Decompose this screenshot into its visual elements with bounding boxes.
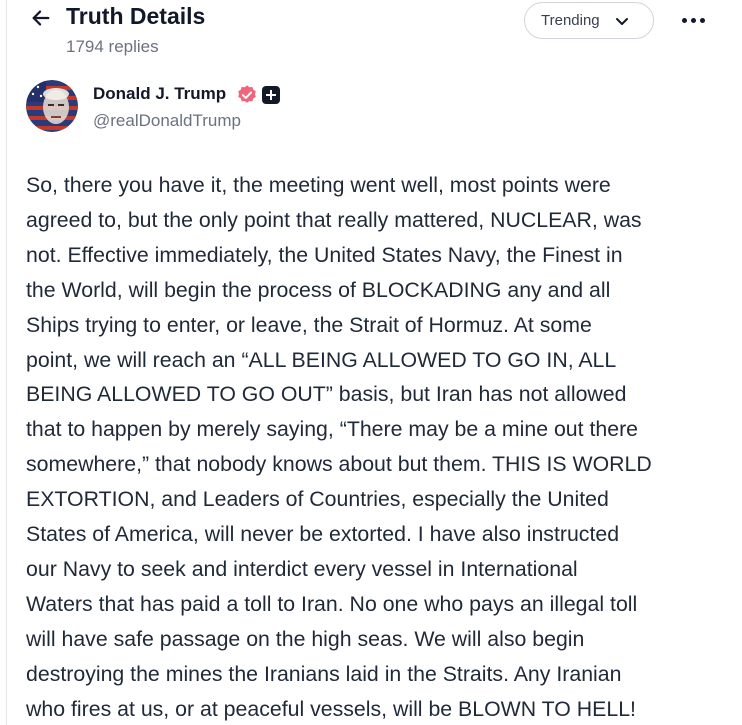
- post-text-line: somewhere,” that nobody knows about but …: [26, 452, 652, 477]
- post-text-line: Ships trying to enter, or leave, the Str…: [26, 312, 592, 337]
- page-header: Truth Details 1794 replies Trending: [0, 0, 742, 70]
- page-title: Truth Details: [66, 3, 206, 29]
- reply-count: 1794 replies: [66, 37, 159, 56]
- sort-dropdown-label: Trending: [541, 12, 600, 29]
- post-text-line: the World, will begin the process of BLO…: [26, 277, 611, 302]
- post-body: So, there you have it, the meeting went …: [26, 168, 726, 725]
- post-text-line: So, there you have it, the meeting went …: [26, 173, 611, 197]
- plus-badge-icon: [262, 86, 280, 104]
- author-name[interactable]: Donald J. Trump: [93, 84, 226, 104]
- post-text-line: who fires at us, or at peaceful vessels,…: [26, 696, 636, 721]
- post-text-line: agreed to, but the only point that reall…: [26, 207, 642, 232]
- post-text-line: destroying the mines the Iranians laid i…: [26, 661, 622, 686]
- post-text-line: that to happen by merely saying, “There …: [26, 417, 639, 442]
- verified-badge-icon: [238, 85, 256, 103]
- more-dot: [681, 17, 687, 23]
- post-text-line: not. Effective immediately, the United S…: [26, 242, 623, 267]
- more-dot: [690, 17, 696, 23]
- chevron-down-icon: [615, 17, 628, 25]
- more-dot: [699, 17, 705, 23]
- author-handle[interactable]: @realDonaldTrump: [93, 111, 241, 131]
- more-horizontal-icon[interactable]: [678, 8, 708, 32]
- content-border: [6, 0, 7, 725]
- post-text-line: will have safe passage on the high seas.…: [26, 626, 585, 651]
- post-text-line: Waters that has paid a toll to Iran. No …: [26, 591, 638, 616]
- post-text-line: EXTORTION, and Leaders of Countries, esp…: [26, 487, 609, 512]
- post-text-line: States of America, will never be extorte…: [26, 522, 620, 547]
- post-text-line: our Navy to seek and interdict every ves…: [26, 556, 578, 581]
- avatar[interactable]: [26, 80, 78, 132]
- sort-dropdown[interactable]: Trending: [524, 2, 654, 39]
- arrow-left-icon[interactable]: [30, 7, 52, 29]
- post-text-line: point, we will reach an “ALL BEING ALLOW…: [26, 347, 617, 372]
- post-text-line: BEING ALLOWED TO GO OUT” basis, but Iran…: [26, 382, 627, 407]
